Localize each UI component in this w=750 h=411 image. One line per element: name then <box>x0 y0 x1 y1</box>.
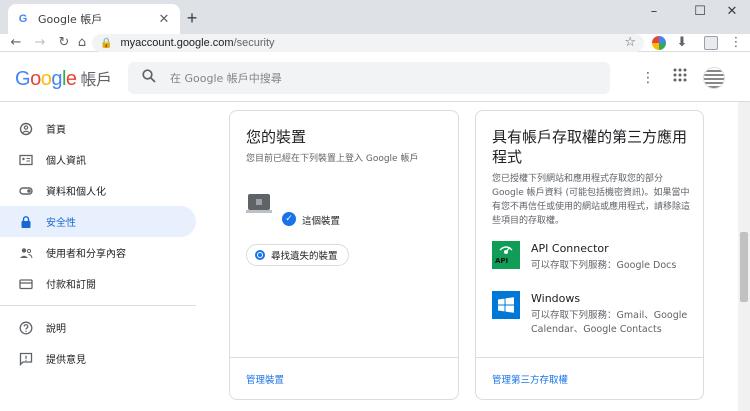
bookmark-star-icon[interactable]: ☆ <box>624 35 636 50</box>
close-tab-icon[interactable]: ✕ <box>156 12 172 27</box>
credit-card-icon <box>18 276 34 292</box>
sidebar-item-label: 使用者和分享內容 <box>46 249 126 260</box>
sidebar-item-label: 提供意見 <box>46 355 86 366</box>
find-lost-device-button[interactable]: 尋找遺失的裝置 <box>246 244 349 266</box>
sidebar-item-label: 付款和訂閱 <box>46 280 96 291</box>
sidebar-item[interactable]: 付款和訂閱 <box>0 268 196 299</box>
sidebar-item[interactable]: 說明 <box>0 312 196 343</box>
avatar[interactable] <box>703 67 725 89</box>
app-access: 可以存取下列服務：Gmail、Google Calendar、Google Co… <box>531 310 688 335</box>
app-windows[interactable]: Windows 可以存取下列服務：Gmail、Google Calendar、G… <box>492 291 691 337</box>
sidebar-item[interactable]: 提供意見 <box>0 343 196 374</box>
toggle-icon <box>18 183 34 199</box>
more-options-icon[interactable]: ⋮ <box>638 68 658 88</box>
devices-card: 您的裝置 您目前已經在下列裝置上登入 Google 帳戶 ✓ 這個裝置 尋找遺失… <box>229 110 459 400</box>
search-placeholder: 在 Google 帳戶中搜尋 <box>170 72 282 85</box>
locate-icon <box>255 250 265 260</box>
profile-icon[interactable] <box>704 36 718 50</box>
check-icon: ✓ <box>282 212 296 226</box>
sidebar-item[interactable]: 個人資訊 <box>0 144 196 175</box>
search-input[interactable]: 在 Google 帳戶中搜尋 <box>128 62 610 94</box>
id-card-icon <box>18 152 34 168</box>
api-connector-icon: API <box>492 241 520 269</box>
extension-icon[interactable] <box>652 36 666 50</box>
sidebar-item-label: 資料和個人化 <box>46 187 106 198</box>
third-party-card-description: 您已授權下列網站和應用程式存取您的部分 Google 帳戶資料 (可能包括機密資… <box>492 174 691 226</box>
manage-devices-link[interactable]: 管理裝置 <box>246 372 284 386</box>
help-icon <box>18 320 34 336</box>
google-favicon-icon: G <box>18 13 28 25</box>
third-party-card-footer: 管理第三方存取權 <box>476 357 703 399</box>
sidebar-item-label: 個人資訊 <box>46 156 86 167</box>
sidebar-divider <box>0 305 196 306</box>
sidebar-item[interactable]: 資料和個人化 <box>0 175 196 206</box>
forward-icon[interactable]: → <box>32 35 48 51</box>
home-icon <box>18 121 34 137</box>
address-bar[interactable]: 🔒 myaccount.google.com/security ☆ <box>92 34 644 52</box>
third-party-access-card: 具有帳戶存取權的第三方應用程式 您已授權下列網站和應用程式存取您的部分 Goog… <box>475 110 704 400</box>
sidebar-item[interactable]: 首頁 <box>0 113 196 144</box>
app-name: Windows <box>531 292 581 305</box>
sidebar-item-label: 安全性 <box>46 218 76 229</box>
window-close-icon[interactable]: ✕ <box>718 2 746 22</box>
sidebar-item[interactable]: 安全性 <box>0 206 196 237</box>
google-account-logo[interactable]: Google 帳戶 <box>15 66 112 91</box>
sidebar-nav: 首頁個人資訊資料和個人化 安全性使用者和分享內容 付款和訂閱 說明提供意見 <box>0 113 205 374</box>
menu-icon[interactable]: ⋮ <box>728 35 744 51</box>
people-icon <box>18 245 34 261</box>
maximize-icon[interactable]: ☐ <box>686 2 714 22</box>
app-access: 可以存取下列服務：Google Docs <box>531 260 677 271</box>
devices-card-description: 您目前已經在下列裝置上登入 Google 帳戶 <box>246 154 419 164</box>
app-api-connector[interactable]: API API Connector 可以存取下列服務：Google Docs <box>492 241 691 273</box>
manage-third-party-access-link[interactable]: 管理第三方存取權 <box>492 372 568 386</box>
devices-card-title: 您的裝置 <box>246 128 307 146</box>
tab-title: Google 帳戶 <box>38 13 103 26</box>
this-device-label[interactable]: 這個裝置 <box>302 213 340 227</box>
back-icon[interactable]: ← <box>8 35 24 51</box>
browser-tabstrip: G Google 帳戶 ✕ + – ☐ ✕ <box>0 0 750 34</box>
sidebar-item[interactable]: 使用者和分享內容 <box>0 237 196 268</box>
sidebar-item-label: 首頁 <box>46 125 66 136</box>
minimize-icon[interactable]: – <box>640 2 668 22</box>
feedback-icon <box>18 351 34 367</box>
computer-base <box>246 210 272 213</box>
third-party-card-title: 具有帳戶存取權的第三方應用程式 <box>492 128 688 166</box>
scrollbar-thumb[interactable] <box>740 232 748 302</box>
page-scrollbar[interactable] <box>738 102 750 411</box>
apps-grid-icon[interactable] <box>670 68 690 88</box>
browser-tab[interactable]: G Google 帳戶 ✕ <box>8 4 180 34</box>
download-icon[interactable]: ⬇ <box>674 35 690 51</box>
windows-icon <box>492 291 520 319</box>
lock-icon: 🔒 <box>100 37 113 49</box>
home-icon[interactable]: ⌂ <box>74 35 90 51</box>
account-header: Google 帳戶 在 Google 帳戶中搜尋 ⋮ <box>0 56 750 102</box>
devices-card-footer: 管理裝置 <box>230 357 458 399</box>
new-tab-button[interactable]: + <box>182 8 202 28</box>
reload-icon[interactable]: ↻ <box>56 35 72 51</box>
lock-icon <box>18 214 34 230</box>
app-name: API Connector <box>531 242 609 255</box>
sidebar-item-label: 說明 <box>46 324 66 335</box>
url-text: myaccount.google.com/security <box>120 37 275 49</box>
search-icon <box>142 69 156 87</box>
computer-icon <box>248 194 270 210</box>
browser-toolbar: ← → ↻ ⌂ 🔒 myaccount.google.com/security … <box>0 34 750 52</box>
